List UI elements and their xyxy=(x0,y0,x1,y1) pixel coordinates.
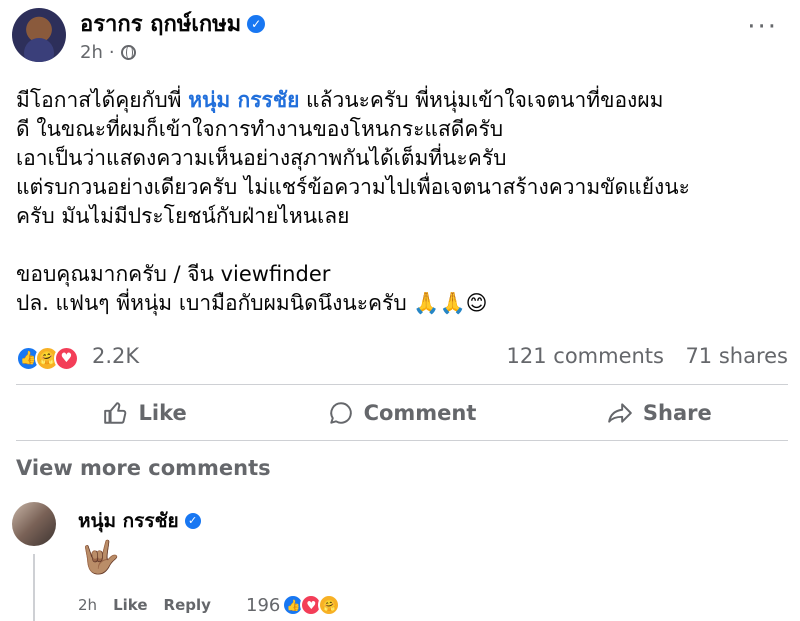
like-label: Like xyxy=(138,401,187,425)
comment-label: Comment xyxy=(363,401,477,425)
comment-reactions[interactable]: 196 👍 ♥ 🤗 xyxy=(246,594,341,616)
share-button[interactable]: Share xyxy=(531,388,788,438)
care-reaction-icon: 🤗 xyxy=(318,594,341,616)
meta-separator: · xyxy=(108,42,115,63)
verified-badge-icon: ✓ xyxy=(247,14,266,33)
divider xyxy=(16,384,788,385)
post-header: อรากร ฤกษ์เกษม ✓ 2h · ··· xyxy=(12,4,788,68)
comment-reply-button[interactable]: Reply xyxy=(164,596,211,614)
share-label: Share xyxy=(642,401,712,425)
comment-emoji: 🤟🏽 xyxy=(80,538,120,576)
more-options-button[interactable]: ··· xyxy=(747,12,778,42)
mention-link[interactable]: หนุ่ม กรรชัย xyxy=(188,88,299,112)
verified-badge-icon: ✓ xyxy=(184,513,201,529)
body-line: ปล. แฟนๆ พี่หนุ่ม เบามือกับผมนิดนึงนะครั… xyxy=(16,291,488,315)
author-avatar[interactable] xyxy=(12,8,66,62)
commenter-avatar[interactable] xyxy=(12,502,56,546)
body-line: เอาเป็นว่าแสดงความเห็นอย่างสุภาพกันได้เต… xyxy=(16,146,507,170)
body-line: มีโอกาสได้คุยกับพี่ หนุ่ม กรรชัย แล้วนะค… xyxy=(16,86,788,115)
divider xyxy=(16,440,788,441)
comment-reaction-count: 196 xyxy=(246,594,281,616)
commenter-name[interactable]: หนุ่ม กรรชัย xyxy=(78,506,179,536)
share-arrow-icon xyxy=(608,403,632,423)
body-line: ดี ในขณะที่ผมก็เข้าใจการทำงานของโหนกระแส… xyxy=(16,117,504,141)
body-text-segment: มีโอกาสได้คุยกับพี่ xyxy=(16,88,189,112)
thread-line xyxy=(33,554,35,621)
comment-time[interactable]: 2h xyxy=(78,596,97,614)
comment-button[interactable]: Comment xyxy=(273,388,530,438)
reaction-count[interactable]: 2.2K xyxy=(92,344,139,368)
shares-count[interactable]: 71 shares xyxy=(685,344,788,368)
post-stats: 👍 🤗 ♥ 2.2K 121 comments 71 shares xyxy=(16,344,788,374)
comments-count[interactable]: 121 comments xyxy=(507,344,664,368)
comment-like-button[interactable]: Like xyxy=(113,596,147,614)
post-meta: 2h · xyxy=(80,42,136,63)
love-reaction-icon: ♥ xyxy=(54,346,79,371)
body-line: ครับ มันไม่มีประโยชน์กับฝ่ายไหนเลย xyxy=(16,204,350,228)
public-globe-icon[interactable] xyxy=(120,45,136,60)
reaction-icons[interactable]: 👍 🤗 ♥ xyxy=(16,346,79,371)
comment-meta: 2h Like Reply xyxy=(78,596,211,614)
body-text-segment: แล้วนะครับ พี่หนุ่มเข้าใจเจตนาที่ของผม xyxy=(299,88,664,112)
author-name-row: อรากร ฤกษ์เกษม ✓ xyxy=(80,6,266,41)
comment-item: หนุ่ม กรรชัย ✓ 🤟🏽 2h Like Reply 196 👍 ♥ … xyxy=(12,498,788,621)
post-body: มีโอกาสได้คุยกับพี่ หนุ่ม กรรชัย แล้วนะค… xyxy=(16,86,788,318)
post-time[interactable]: 2h xyxy=(80,42,103,63)
comment-bubble-icon xyxy=(329,402,352,424)
like-button[interactable]: Like xyxy=(16,388,273,438)
thumbs-up-icon xyxy=(103,402,126,424)
post-actions: Like Comment Share xyxy=(16,388,788,438)
body-line: แต่รบกวนอย่างเดียวครับ ไม่แชร์ข้อความไปเ… xyxy=(16,175,690,199)
body-line: ขอบคุณมากครับ / จีน viewfinder xyxy=(16,262,331,286)
view-more-comments-link[interactable]: View more comments xyxy=(16,456,271,480)
author-name[interactable]: อรากร ฤกษ์เกษม xyxy=(80,6,241,41)
commenter-name-row: หนุ่ม กรรชัย ✓ xyxy=(78,506,201,536)
